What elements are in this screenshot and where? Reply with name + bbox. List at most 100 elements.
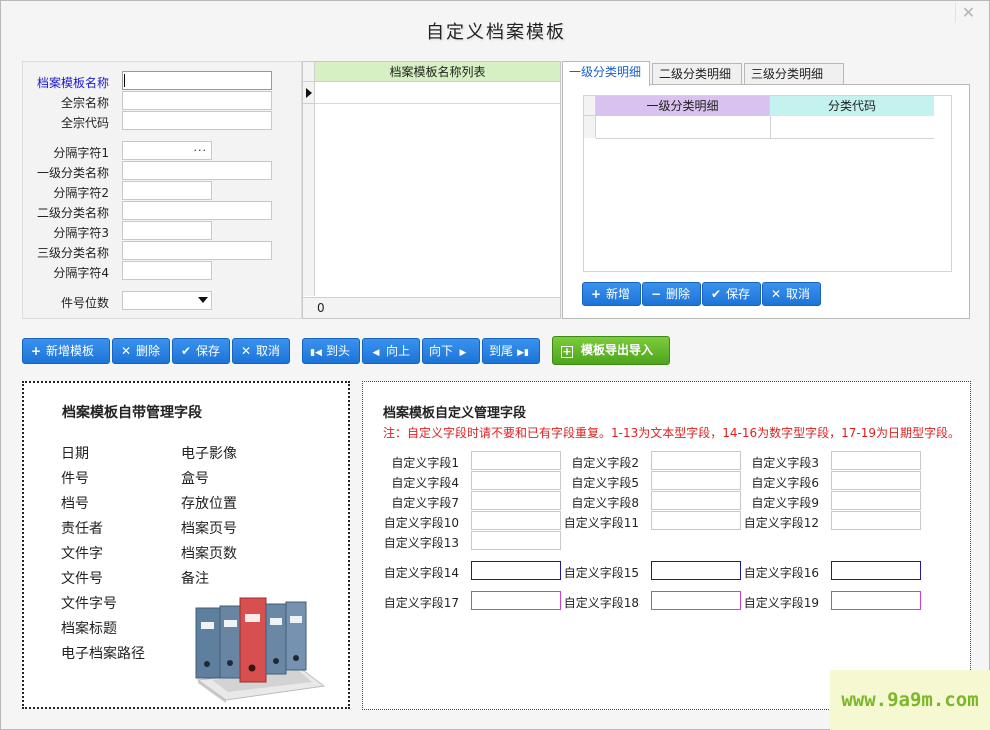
column-divider (770, 116, 771, 138)
builtin-field: 文件字 (61, 546, 103, 562)
column-header-level1[interactable]: 一级分类明细 (596, 96, 770, 116)
custom-field-16-input[interactable] (831, 561, 921, 580)
category-delete-button[interactable]: − 删除 (642, 282, 701, 306)
first-record-button[interactable]: ▮◀ 到头 (302, 338, 360, 364)
row-divider (596, 138, 934, 139)
last-record-label: 到尾 (489, 344, 514, 358)
fonds-code-label: 全宗代码 (60, 116, 109, 130)
custom-field-label: 自定义字段19 (743, 596, 819, 610)
close-icon[interactable]: ✕ (955, 3, 981, 23)
custom-field-label: 自定义字段18 (563, 596, 639, 610)
custom-field-label: 自定义字段12 (743, 516, 819, 530)
builtin-field: 盒号 (181, 471, 209, 487)
builtin-fields-title: 档案模板自带管理字段 (62, 405, 202, 421)
next-record-button[interactable]: 向下 ▶ (422, 338, 480, 364)
tab-level2-detail[interactable]: 二级分类明细 (652, 63, 742, 85)
add-template-label: 新增模板 (46, 344, 95, 358)
previous-record-label: 向上 (386, 344, 411, 358)
category-delete-label: 删除 (666, 287, 691, 301)
form-row-separator-1: 分隔字符1 ··· (23, 141, 301, 161)
fonds-code-input[interactable] (122, 111, 272, 130)
fonds-name-input[interactable] (122, 91, 272, 110)
separator-1-input[interactable]: ··· (122, 141, 212, 160)
custom-field-6-input[interactable] (831, 471, 921, 490)
separator-4-input[interactable] (122, 261, 212, 280)
skip-to-end-icon: ▶▮ (517, 348, 529, 358)
cancel-button[interactable]: ✕ 取消 (232, 338, 290, 364)
check-icon: ✔ (710, 287, 722, 301)
separator-3-label: 分隔字符3 (53, 226, 109, 240)
builtin-field: 电子档案路径 (61, 646, 145, 662)
custom-field-label: 自定义字段7 (391, 496, 459, 510)
template-form: 档案模板名称 全宗名称 全宗代码 分隔字符1 ··· 一级分类名称 分隔字符2 (22, 61, 302, 319)
add-template-button[interactable]: + 新增模板 (22, 338, 110, 364)
template-name-label: 档案模板名称 (36, 76, 109, 90)
item-digits-label: 件号位数 (60, 296, 109, 310)
custom-field-label: 自定义字段11 (563, 516, 639, 530)
level1-name-input[interactable] (122, 161, 272, 180)
row-divider (315, 103, 560, 104)
builtin-field: 责任者 (61, 521, 103, 537)
separator-2-label: 分隔字符2 (53, 186, 109, 200)
row-selector[interactable] (584, 116, 596, 138)
form-row-level2-name: 二级分类名称 (23, 201, 301, 221)
arrow-right-icon: ▶ (459, 348, 467, 358)
separator-2-input[interactable] (122, 181, 212, 200)
x-icon: ✕ (770, 287, 782, 301)
previous-record-button[interactable]: ◀ 向上 (362, 338, 420, 364)
custom-field-label: 自定义字段14 (383, 566, 459, 580)
category-add-button[interactable]: + 新增 (582, 282, 641, 306)
row-header-column (303, 104, 315, 296)
next-record-label: 向下 (429, 344, 454, 358)
custom-field-9-input[interactable] (831, 491, 921, 510)
tab-level3-detail[interactable]: 三级分类明细 (744, 63, 844, 85)
tab-level1-detail[interactable]: 一级分类明细 (562, 61, 650, 86)
builtin-field: 档案页数 (181, 546, 237, 562)
fonds-name-label: 全宗名称 (60, 96, 109, 110)
form-row-separator-3: 分隔字符3 (23, 221, 301, 241)
grid-corner (584, 96, 596, 116)
form-row-template-name: 档案模板名称 (23, 71, 301, 91)
builtin-field: 存放位置 (181, 496, 237, 512)
ellipsis-button[interactable]: ··· (194, 142, 208, 159)
template-export-import-button[interactable]: + 模板导出导入 (552, 336, 670, 365)
custom-field-label: 自定义字段17 (383, 596, 459, 610)
save-button[interactable]: ✔ 保存 (172, 338, 230, 364)
custom-fields-panel: 档案模板自定义管理字段 注：自定义字段时请不要和已有字段重复。1-13为文本型字… (362, 381, 971, 710)
category-tabs: 一级分类明细 二级分类明细 三级分类明细 (562, 61, 972, 86)
row-selector[interactable] (303, 82, 315, 104)
builtin-fields-panel: 档案模板自带管理字段 日期 件号 档号 责任者 文件字 文件号 文件字号 档案标… (22, 381, 350, 709)
custom-field-label: 自定义字段10 (383, 516, 459, 530)
dropdown-arrow-icon[interactable] (198, 297, 208, 303)
custom-field-19-input[interactable] (831, 591, 921, 610)
template-list-grid[interactable]: 档案模板名称列表 0 (302, 61, 561, 319)
first-record-label: 到头 (326, 344, 351, 358)
form-row-item-digits: 件号位数 (23, 291, 301, 311)
save-label: 保存 (196, 344, 221, 358)
template-name-input[interactable] (122, 71, 272, 90)
grid-corner (303, 62, 315, 82)
last-record-button[interactable]: 到尾 ▶▮ (482, 338, 540, 364)
builtin-field: 文件字号 (61, 596, 117, 612)
separator-3-input[interactable] (122, 221, 212, 240)
form-row-separator-2: 分隔字符2 (23, 181, 301, 201)
level3-name-input[interactable] (122, 241, 272, 260)
form-row-separator-4: 分隔字符4 (23, 261, 301, 281)
custom-field-13-input[interactable] (471, 531, 561, 550)
category-cancel-button[interactable]: ✕ 取消 (762, 282, 821, 306)
custom-fields-note: 注：自定义字段时请不要和已有字段重复。1-13为文本型字段，14-16为数字型字… (383, 426, 960, 440)
custom-field-label: 自定义字段15 (563, 566, 639, 580)
delete-button[interactable]: ✕ 删除 (112, 338, 170, 364)
category-detail-grid[interactable]: 一级分类明细 分类代码 (583, 95, 952, 272)
custom-field-label: 自定义字段1 (391, 456, 459, 470)
category-save-button[interactable]: ✔ 保存 (702, 282, 761, 306)
column-header-category-code[interactable]: 分类代码 (770, 96, 934, 116)
custom-field-12-input[interactable] (831, 511, 921, 530)
separator-1-label: 分隔字符1 (53, 146, 109, 160)
template-list-header: 档案模板名称列表 (315, 62, 560, 82)
text-caret (124, 74, 125, 87)
arrow-left-icon: ◀ (372, 348, 380, 358)
custom-field-3-input[interactable] (831, 451, 921, 470)
level2-name-input[interactable] (122, 201, 272, 220)
expand-box-icon: + (561, 345, 573, 358)
